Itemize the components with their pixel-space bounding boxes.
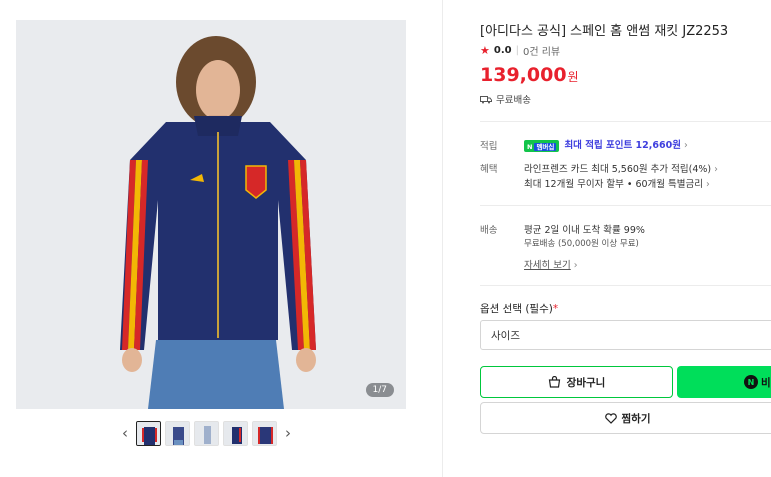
prev-arrow-icon[interactable]: ‹ bbox=[118, 424, 132, 442]
thumbnail-4[interactable] bbox=[223, 420, 248, 446]
thumbnail-image bbox=[224, 421, 247, 445]
delivery-details-link[interactable]: 자세히 보기 › bbox=[524, 257, 578, 271]
option-title: 옵션 선택 (필수)* bbox=[480, 303, 559, 315]
points-row[interactable]: N 멤버십 최대 적립 포인트 12,660원 › bbox=[524, 137, 688, 152]
shopping-bag-icon bbox=[548, 376, 560, 388]
rating-row: ★ 0.0 | 0건 리뷰 bbox=[480, 43, 560, 58]
divider bbox=[480, 121, 771, 122]
perk-installment-row[interactable]: 최대 12개월 무이자 할부 • 60개월 특별금리 › bbox=[524, 176, 710, 190]
chevron-right-icon: › bbox=[573, 260, 578, 271]
wish-button[interactable]: 찜하기 bbox=[480, 402, 771, 434]
image-counter: 1/7 bbox=[365, 383, 394, 397]
points-label: 적립 bbox=[480, 141, 498, 152]
product-info-panel: [아디다스 공식] 스페인 홈 앤썸 재킷 JZ2253 ★ 0.0 | 0건 … bbox=[480, 0, 771, 477]
details-link-text: 자세히 보기 bbox=[524, 260, 571, 271]
required-mark: * bbox=[552, 303, 559, 315]
size-select[interactable]: 사이즈 bbox=[480, 320, 771, 350]
delivery-free: 무료배송 (50,000원 이상 무료) bbox=[524, 239, 639, 249]
perk-installment-text: 최대 12개월 무이자 할부 • 60개월 특별금리 bbox=[524, 179, 703, 190]
perk-card-text: 라인프렌즈 카드 최대 5,560원 추가 적립(4%) bbox=[524, 164, 712, 175]
product-main-image[interactable]: 1/7 bbox=[16, 20, 406, 409]
shipping-text: 무료배송 bbox=[496, 95, 531, 106]
delivery-label: 배송 bbox=[480, 225, 498, 236]
thumbnail-5[interactable] bbox=[252, 420, 277, 446]
divider bbox=[480, 285, 771, 286]
thumbnail-2[interactable] bbox=[165, 420, 190, 446]
price-currency: 원 bbox=[567, 70, 579, 84]
chevron-right-icon: › bbox=[706, 179, 710, 190]
price-value: 139,000 bbox=[480, 64, 567, 86]
max-points-text: 최대 적립 포인트 12,660원 bbox=[564, 140, 681, 151]
product-title: [아디다스 공식] 스페인 홈 앤썸 재킷 JZ2253 bbox=[480, 24, 729, 39]
thumbnail-strip: ‹ › bbox=[118, 420, 295, 446]
delivery-arrival: 평균 2일 이내 도착 확률 99% bbox=[524, 225, 645, 236]
perks-label: 혜택 bbox=[480, 164, 498, 175]
star-icon: ★ bbox=[480, 44, 490, 57]
column-divider bbox=[442, 0, 443, 477]
divider bbox=[480, 205, 771, 206]
chevron-right-icon: › bbox=[683, 140, 688, 151]
perk-card-row[interactable]: 라인프렌즈 카드 최대 5,560원 추가 적립(4%) › bbox=[524, 161, 718, 175]
naver-buy-button[interactable]: N 비 bbox=[677, 366, 771, 398]
thumbnail-1[interactable] bbox=[136, 420, 161, 446]
naver-pay-icon: N bbox=[744, 375, 758, 389]
chevron-right-icon: › bbox=[714, 164, 718, 175]
review-count[interactable]: 0건 리뷰 bbox=[523, 43, 560, 58]
shipping-info: 무료배송 bbox=[480, 92, 531, 106]
truck-icon bbox=[480, 95, 492, 103]
heart-icon bbox=[604, 412, 617, 424]
product-price: 139,000원 bbox=[480, 64, 579, 86]
thumbnail-image bbox=[253, 421, 276, 445]
npay-badge: N 멤버십 bbox=[524, 139, 560, 152]
thumbnail-image bbox=[166, 421, 189, 445]
cart-button[interactable]: 장바구니 bbox=[480, 366, 673, 398]
divider: | bbox=[515, 45, 519, 56]
thumbnail-image bbox=[137, 421, 160, 445]
wish-label: 찜하기 bbox=[621, 412, 651, 425]
buy-label: 비 bbox=[761, 376, 771, 389]
thumbnail-3[interactable] bbox=[194, 420, 219, 446]
next-arrow-icon[interactable]: › bbox=[281, 424, 295, 442]
thumbnail-image bbox=[195, 421, 218, 445]
rating-score: 0.0 bbox=[493, 45, 512, 56]
jacket-photo bbox=[16, 20, 406, 409]
cart-label: 장바구니 bbox=[566, 376, 606, 389]
